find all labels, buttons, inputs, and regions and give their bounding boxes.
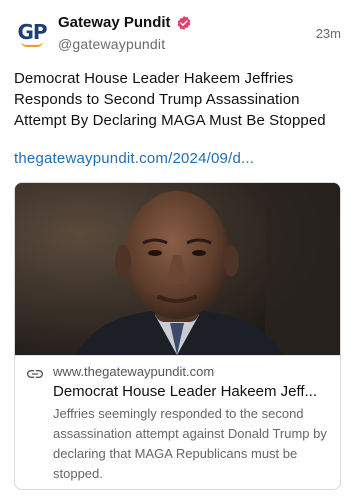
post-header: GP Gateway Pundit @gatewaypundit 23m (14, 12, 341, 56)
post-link[interactable]: thegatewaypundit.com/2024/09/d... (14, 150, 344, 167)
link-preview-title: Democrat House Leader Hakeem Jeff... (53, 383, 318, 400)
portrait-illustration (15, 183, 340, 355)
author-name-row: Gateway Pundit (58, 14, 192, 31)
link-icon (27, 370, 43, 378)
avatar-logo-swoosh (21, 41, 43, 47)
link-preview-card[interactable]: www.thegatewaypundit.com Democrat House … (14, 182, 341, 490)
link-preview-image (15, 183, 340, 355)
avatar-logo-text: GP (17, 19, 47, 44)
author-display-name[interactable]: Gateway Pundit (58, 14, 171, 31)
avatar[interactable]: GP (14, 16, 50, 52)
link-preview-domain: www.thegatewaypundit.com (53, 364, 215, 379)
post-text: Democrat House Leader Hakeem Jeffries Re… (14, 70, 326, 129)
post-timestamp[interactable]: 23m (316, 26, 341, 41)
link-preview-description: Jeffries seemingly responded to the seco… (53, 406, 327, 481)
author-handle[interactable]: @gatewaypundit (58, 36, 165, 52)
verified-badge-icon (177, 15, 190, 30)
link-preview-meta: www.thegatewaypundit.com Democrat House … (15, 355, 340, 489)
